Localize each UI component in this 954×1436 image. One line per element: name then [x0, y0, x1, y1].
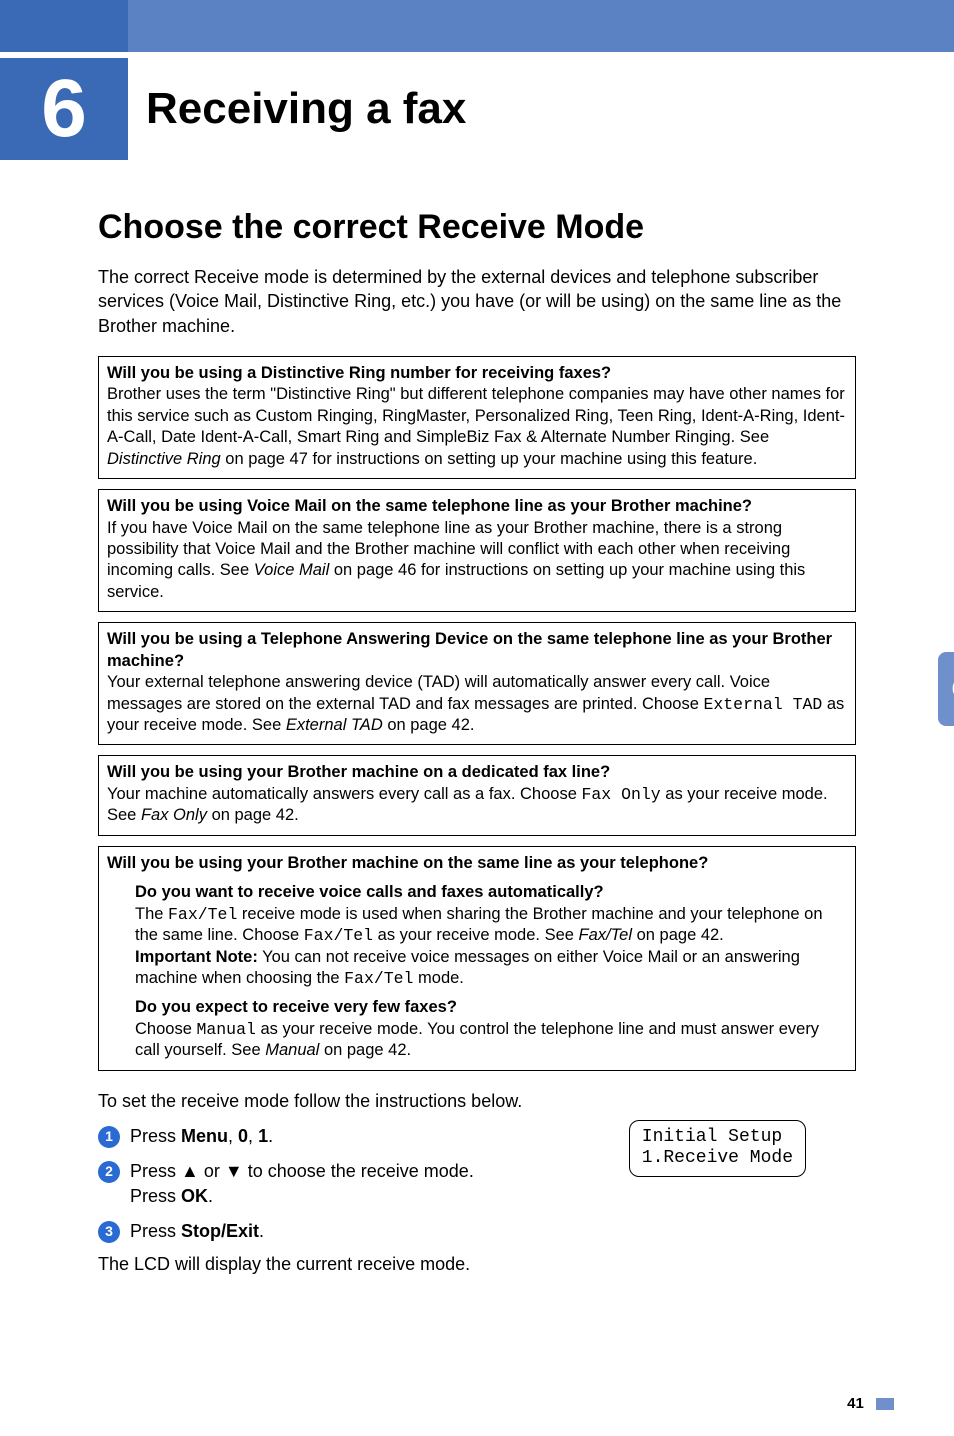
body-text: Your machine automatically answers every… — [107, 785, 581, 803]
step-number-icon: 1 — [98, 1126, 120, 1148]
header-bar — [0, 0, 954, 52]
mono-text: Fax/Tel — [168, 905, 237, 924]
question-title: Will you be using a Distinctive Ring num… — [107, 363, 847, 384]
question-box-same-line: Will you be using your Brother machine o… — [98, 846, 856, 1071]
mono-text: Manual — [196, 1020, 255, 1039]
step-text: , — [248, 1126, 258, 1146]
key-ok: OK — [181, 1186, 208, 1206]
link-external-tad[interactable]: External TAD — [286, 716, 383, 734]
up-arrow-icon: ▲ — [181, 1161, 199, 1181]
side-tab: 6 — [938, 652, 954, 726]
step-text: Press — [130, 1186, 181, 1206]
key-1: 1 — [258, 1126, 268, 1146]
sub-question-few-faxes: Do you expect to receive very few faxes?… — [107, 997, 847, 1061]
sub-question-auto: Do you want to receive voice calls and f… — [107, 882, 847, 989]
body-text: Brother uses the term "Distinctive Ring"… — [107, 385, 845, 446]
mono-text: Fax Only — [581, 785, 660, 804]
key-0: 0 — [238, 1126, 248, 1146]
page-footer: 41 — [0, 1315, 954, 1436]
footer-marker-icon — [876, 1398, 894, 1410]
question-title: Will you be using Voice Mail on the same… — [107, 496, 847, 517]
link-fax-only[interactable]: Fax Only — [141, 806, 207, 824]
question-box-tad: Will you be using a Telephone Answering … — [98, 622, 856, 745]
mono-text: External TAD — [703, 695, 822, 714]
key-stop-exit: Stop/Exit — [181, 1221, 259, 1241]
key-menu: Menu — [181, 1126, 228, 1146]
question-title: Will you be using your Brother machine o… — [107, 853, 847, 874]
final-line: The LCD will display the current receive… — [98, 1254, 856, 1275]
body-text: The — [135, 905, 168, 923]
section-title: Choose the correct Receive Mode — [98, 208, 856, 247]
step-3: 3 Press Stop/Exit. — [98, 1219, 856, 1244]
step-text: Press — [130, 1161, 181, 1181]
mono-text: Fax/Tel — [304, 926, 373, 945]
important-note-label: Important Note: — [135, 948, 258, 966]
intro-paragraph: The correct Receive mode is determined b… — [98, 265, 856, 338]
body-text: as your receive mode. See — [373, 926, 578, 944]
link-manual[interactable]: Manual — [265, 1041, 319, 1059]
body-text: on page 47 for instructions on setting u… — [221, 450, 758, 468]
sub-question-title: Do you want to receive voice calls and f… — [135, 882, 847, 903]
set-instruction: To set the receive mode follow the instr… — [98, 1091, 856, 1112]
chapter-number: 6 — [0, 58, 128, 160]
lcd-display: Initial Setup 1.Receive Mode — [629, 1120, 806, 1177]
sub-question-title: Do you expect to receive very few faxes? — [135, 997, 847, 1018]
link-fax-tel[interactable]: Fax/Tel — [579, 926, 633, 944]
page-number: 41 — [847, 1395, 864, 1412]
question-box-voice-mail: Will you be using Voice Mail on the same… — [98, 489, 856, 612]
step-text: Press — [130, 1126, 181, 1146]
body-text: Choose — [135, 1020, 196, 1038]
step-text: to choose the receive mode. — [243, 1161, 474, 1181]
chapter-title: Receiving a fax — [146, 84, 466, 134]
question-title: Will you be using a Telephone Answering … — [107, 629, 847, 672]
step-text: . — [208, 1186, 213, 1206]
link-voice-mail[interactable]: Voice Mail — [254, 561, 330, 579]
step-text: , — [228, 1126, 238, 1146]
question-box-dedicated-line: Will you be using your Brother machine o… — [98, 755, 856, 835]
down-arrow-icon: ▼ — [225, 1161, 243, 1181]
body-text: on page 42. — [319, 1041, 411, 1059]
mono-text: Fax/Tel — [344, 969, 413, 988]
step-text: . — [259, 1221, 264, 1241]
body-text: on page 42. — [383, 716, 475, 734]
step-text: or — [199, 1161, 225, 1181]
body-text: on page 42. — [632, 926, 724, 944]
body-text: mode. — [413, 969, 463, 987]
step-text: . — [268, 1126, 273, 1146]
question-title: Will you be using your Brother machine o… — [107, 762, 847, 783]
step-text: Press — [130, 1221, 181, 1241]
step-number-icon: 3 — [98, 1221, 120, 1243]
body-text: on page 42. — [207, 806, 299, 824]
question-box-distinctive-ring: Will you be using a Distinctive Ring num… — [98, 356, 856, 479]
step-number-icon: 2 — [98, 1161, 120, 1183]
link-distinctive-ring[interactable]: Distinctive Ring — [107, 450, 221, 468]
chapter-header: 6 Receiving a fax — [0, 58, 954, 160]
body-text: Your external telephone answering device… — [107, 673, 770, 712]
